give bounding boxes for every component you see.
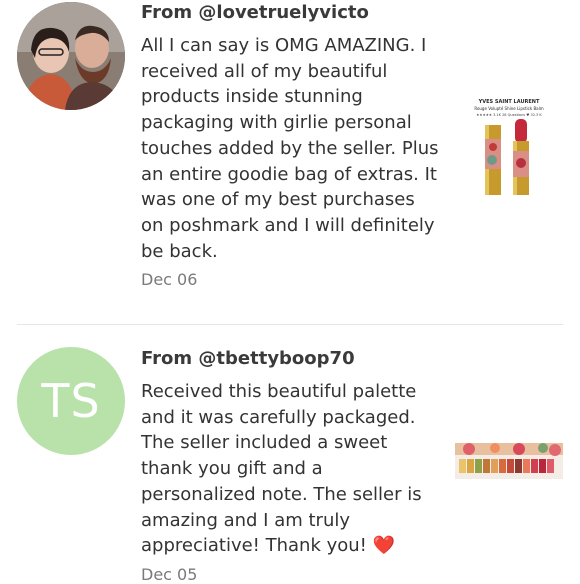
avatar[interactable] [17, 2, 125, 110]
review-date: Dec 05 [141, 565, 198, 584]
product-thumbnail[interactable]: YVES SAINT LAURENT Rouge Volupté Shine L… [455, 95, 563, 203]
review-date: Dec 06 [141, 270, 198, 289]
avatar-initials: TS [41, 374, 101, 428]
review-text: All I can say is OMG AMAZING. I received… [141, 35, 439, 262]
lipstick-image [485, 119, 529, 195]
thumbnail-product: Rouge Volupté Shine Lipstick Balm [474, 106, 544, 111]
avatar[interactable]: TS [17, 347, 125, 455]
reviewer-username[interactable]: From @tbettyboop70 [141, 348, 355, 369]
palette-image [455, 443, 563, 479]
reviewer-username[interactable]: From @lovetruelyvicto [141, 2, 369, 23]
thumbnail-brand: YVES SAINT LAURENT [478, 99, 540, 105]
review-text: Received this beautiful palette and it w… [141, 381, 422, 557]
avatar-photo-image [17, 2, 125, 110]
review-divider [17, 324, 563, 325]
product-thumbnail[interactable] [455, 414, 563, 522]
